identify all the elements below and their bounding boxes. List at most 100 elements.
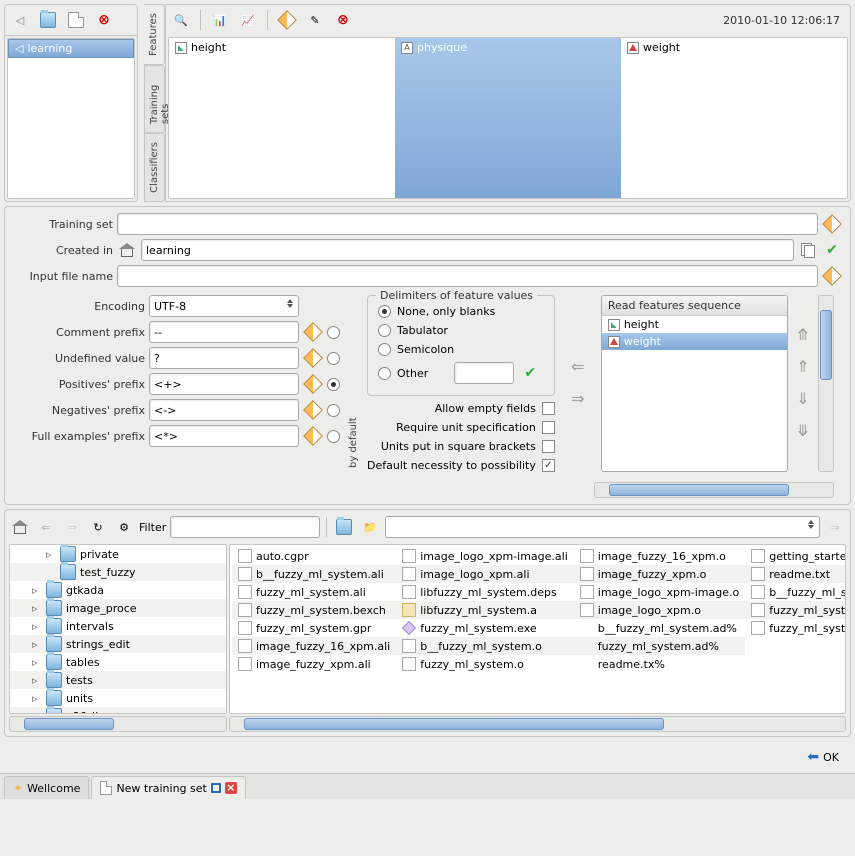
file-item[interactable]: image_fuzzy_16_xpm.o <box>574 547 745 565</box>
created-in-input[interactable] <box>141 239 794 261</box>
seq-top-icon[interactable]: ⤊ <box>792 325 814 347</box>
file-item[interactable]: readme.txt <box>745 565 846 583</box>
restore-icon[interactable] <box>211 783 221 793</box>
file-item[interactable]: image_fuzzy_16_xpm.ali <box>232 637 396 655</box>
tab-training-sets[interactable]: Training sets <box>144 65 165 133</box>
file-item[interactable]: image_logo_xpm.o <box>574 601 745 619</box>
browser-fwd-icon[interactable]: ⇒ <box>61 516 83 538</box>
expander-icon[interactable]: ▹ <box>32 602 42 615</box>
tree-item-learning[interactable]: ◁ learning <box>8 39 134 58</box>
ok-button[interactable]: ⬅ OK <box>803 747 843 767</box>
positives-input[interactable] <box>149 373 299 395</box>
file-item[interactable]: getting_started_s <box>745 547 846 565</box>
necessity-checkbox[interactable] <box>542 459 555 472</box>
browser-up-icon[interactable]: 📁 <box>359 516 381 538</box>
file-item[interactable]: libfuzzy_ml_system.deps <box>396 583 574 601</box>
full-default-radio[interactable] <box>327 430 340 443</box>
move-right-icon[interactable]: ⇒ <box>567 389 589 411</box>
features-list[interactable]: height physique weight <box>168 37 848 199</box>
file-item[interactable]: auto.cgpr <box>232 547 396 565</box>
dir-row[interactable]: ▹strings_edit <box>10 635 226 653</box>
file-item[interactable]: image_logo_xpm-image.ali <box>396 547 574 565</box>
feature-edit-icon[interactable] <box>276 9 298 31</box>
seq-item-weight[interactable]: weight <box>602 333 787 350</box>
expander-icon[interactable]: ▹ <box>32 638 42 651</box>
seq-down-icon[interactable]: ⇓ <box>792 389 814 411</box>
browser-refresh-icon[interactable]: ↻ <box>87 516 109 538</box>
full-edit-icon[interactable] <box>303 426 323 446</box>
delim-semi-radio[interactable] <box>378 343 391 356</box>
undefined-default-radio[interactable] <box>327 352 340 365</box>
dir-row[interactable]: ▹x86_linux <box>10 707 226 714</box>
dir-row[interactable]: ▹tests <box>10 671 226 689</box>
delim-apply-icon[interactable]: ✔ <box>520 363 540 383</box>
feature-tool-2-icon[interactable]: 📊 <box>209 9 231 31</box>
dir-row[interactable]: ▹private <box>10 545 226 563</box>
dir-row[interactable]: ▹intervals <box>10 617 226 635</box>
delim-other-input[interactable] <box>454 362 514 384</box>
dir-row[interactable]: ▹image_proce <box>10 599 226 617</box>
feature-pencil-icon[interactable]: ✎ <box>304 9 326 31</box>
allow-empty-checkbox[interactable] <box>542 402 555 415</box>
file-item[interactable]: image_logo_xpm-image.o <box>574 583 745 601</box>
tab-new-training-set[interactable]: New training set × <box>91 776 245 799</box>
file-list[interactable]: auto.cgprb__fuzzy_ml_system.ali fuzzy_ml_… <box>229 544 846 714</box>
seq-bottom-icon[interactable]: ⤋ <box>792 421 814 443</box>
file-item[interactable]: b__fuzzy_ml_syst <box>745 583 846 601</box>
positives-edit-icon[interactable] <box>303 374 323 394</box>
browser-newfolder-icon[interactable] <box>333 516 355 538</box>
tab-wellcome[interactable]: ✦ Wellcome <box>4 776 89 799</box>
file-item[interactable]: b__fuzzy_ml_system.o <box>396 637 574 655</box>
file-item[interactable]: libfuzzy_ml_system.a <box>396 601 574 619</box>
require-unit-checkbox[interactable] <box>542 421 555 434</box>
feature-height[interactable]: height <box>169 38 395 198</box>
browser-home-icon[interactable] <box>9 516 31 538</box>
project-tree[interactable]: ◁ learning <box>7 38 135 199</box>
filter-input[interactable] <box>170 516 320 538</box>
expander-icon[interactable]: ▹ <box>32 674 42 687</box>
file-item[interactable]: fuzzy_ml_system.bexch <box>232 601 396 619</box>
positives-default-radio[interactable] <box>327 378 340 391</box>
seq-item-height[interactable]: height <box>602 316 787 333</box>
sequence-hscroll[interactable] <box>594 482 834 498</box>
negatives-edit-icon[interactable] <box>303 400 323 420</box>
expander-icon[interactable]: ▹ <box>32 692 42 705</box>
feature-weight[interactable]: weight <box>621 38 847 198</box>
file-item[interactable]: fuzzy_ml_system.gpr <box>232 619 396 637</box>
delim-other-radio[interactable] <box>378 367 391 380</box>
undefined-input[interactable] <box>149 347 299 369</box>
comment-edit-icon[interactable] <box>303 322 323 342</box>
file-item[interactable]: image_logo_xpm.ali <box>396 565 574 583</box>
close-tab-icon[interactable]: × <box>225 782 237 794</box>
browser-back-icon[interactable]: ⇐ <box>35 516 57 538</box>
full-input[interactable] <box>149 425 299 447</box>
file-item[interactable]: b__fuzzy_ml_system.ali <box>232 565 396 583</box>
training-set-input[interactable] <box>117 213 818 235</box>
file-item[interactable]: readme.tx% <box>574 655 745 673</box>
training-set-edit-icon[interactable] <box>822 214 842 234</box>
dirtree-hscroll[interactable] <box>9 716 227 732</box>
file-item[interactable]: fuzzy_ml_system.exe <box>396 619 574 637</box>
directory-tree[interactable]: ▹privatetest_fuzzy▹gtkada▹image_proce▹in… <box>9 544 227 714</box>
close-icon[interactable]: ⊗ <box>93 9 115 31</box>
encoding-select[interactable]: UTF-8 <box>149 295 299 317</box>
move-left-icon[interactable]: ⇐ <box>567 357 589 379</box>
path-select[interactable] <box>385 516 820 538</box>
expander-icon[interactable]: ▹ <box>46 548 56 561</box>
feature-tool-1-icon[interactable]: 🔍 <box>170 9 192 31</box>
dir-row[interactable]: ▹gtkada <box>10 581 226 599</box>
comment-default-radio[interactable] <box>327 326 340 339</box>
expander-icon[interactable]: ▹ <box>32 710 42 715</box>
sequence-vscroll[interactable] <box>818 295 834 472</box>
tab-features[interactable]: Features <box>144 4 165 65</box>
undefined-edit-icon[interactable] <box>303 348 323 368</box>
sequence-list[interactable]: Read features sequence height weight <box>601 295 788 472</box>
dir-row[interactable]: test_fuzzy <box>10 563 226 581</box>
file-item[interactable]: b__fuzzy_ml_system.ad% <box>574 619 745 637</box>
dir-row[interactable]: ▹units <box>10 689 226 707</box>
feature-delete-icon[interactable]: ⊗ <box>332 9 354 31</box>
seq-up-icon[interactable]: ⇑ <box>792 357 814 379</box>
browser-go-icon[interactable]: ⇒ <box>824 516 846 538</box>
filelist-hscroll[interactable] <box>229 716 846 732</box>
file-item[interactable]: image_fuzzy_xpm.ali <box>232 655 396 673</box>
